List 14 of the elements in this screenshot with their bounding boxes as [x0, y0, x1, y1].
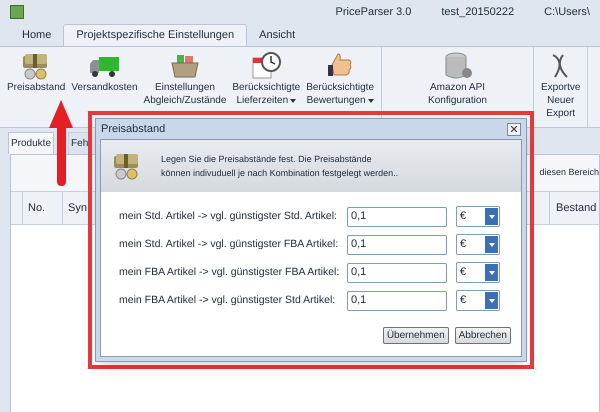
currency-value: €	[460, 265, 466, 280]
row-label: mein Std. Artikel -> vgl. günstigster FBA Artikel:	[119, 236, 340, 252]
project-path: C:\Users\	[544, 4, 590, 20]
currency-value: €	[460, 209, 466, 224]
dialog-title: Preisabstand	[101, 122, 166, 137]
app-title: PriceParser 3.0	[336, 4, 412, 20]
row-label: mein FBA Artikel -> vgl. günstigster FBA Artikel:	[119, 264, 340, 280]
group-hint: diesen Bereich	[539, 166, 599, 180]
dialog-message: Legen Sie die Preisabstände fest. Die Preisabstände können indivuduell je nach Kombination festgelegt werden..	[161, 153, 398, 180]
currency-value: €	[460, 237, 466, 252]
row-label: mein FBA Artikel -> vgl. günstigster Std Artikel:	[119, 292, 336, 308]
project-name: test_20150222	[441, 4, 514, 20]
currency-value: €	[460, 293, 466, 308]
row-label: mein Std. Artikel -> vgl. günstigster Std. Artikel:	[119, 208, 338, 224]
